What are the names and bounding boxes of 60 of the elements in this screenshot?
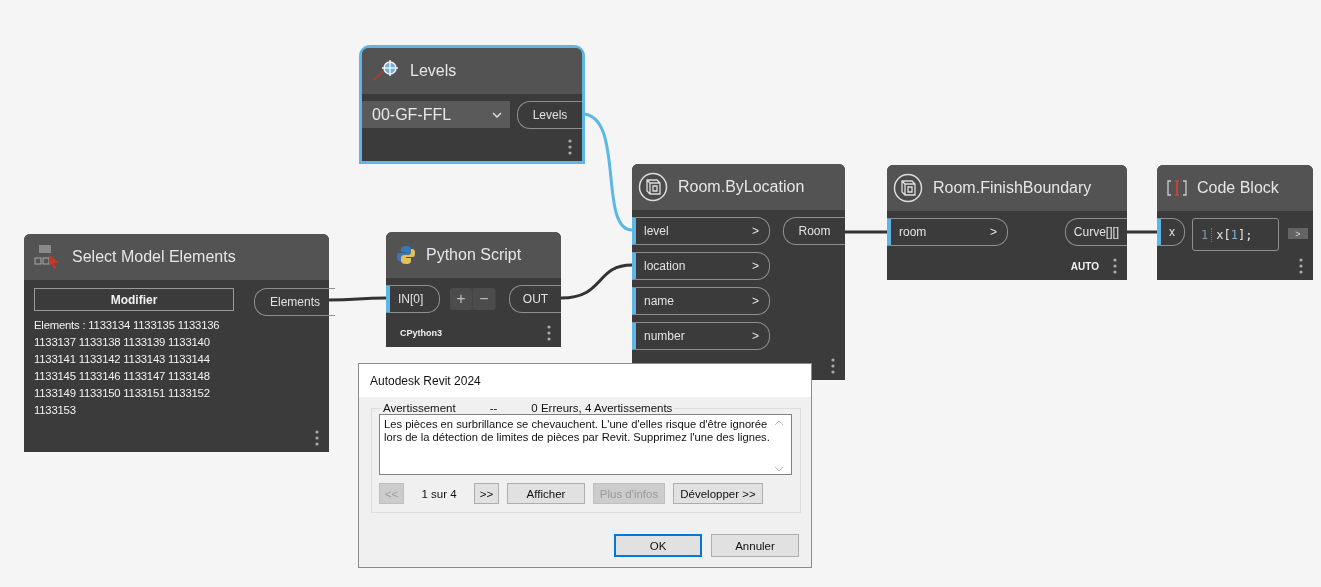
- wire: [329, 296, 386, 302]
- input-port[interactable]: x: [1157, 218, 1185, 246]
- room-icon: [638, 172, 668, 202]
- node-card[interactable]: Room.FinishBoundary room > Curve[][] AUTO: [887, 165, 1127, 280]
- dialog-title: Autodesk Revit 2024: [370, 373, 481, 388]
- more-icon[interactable]: [1113, 258, 1117, 274]
- node-title: Room.FinishBoundary: [933, 179, 1092, 197]
- input-port[interactable]: level >: [632, 217, 770, 245]
- action-button[interactable]: Afficher: [507, 483, 585, 504]
- add-input-button[interactable]: +: [450, 288, 472, 310]
- output-port[interactable]: Levels: [517, 101, 582, 129]
- element-ids-text: Elements : 1133134 1133135 1133136 1133137 1133138 1133139 1133140 1133141 1133142 1133143 1133144 1133145 1133146 1133147 1133148 1133149 1133150 1133151 1133152 1133153: [34, 318, 221, 418]
- input-port[interactable]: location >: [632, 252, 770, 280]
- more-icon[interactable]: [831, 358, 835, 374]
- lacing-label: AUTO: [1070, 260, 1099, 272]
- page-counter: 1 sur 4: [420, 487, 458, 500]
- node-title: Room.ByLocation: [678, 178, 805, 196]
- input-port[interactable]: name >: [632, 287, 770, 315]
- wire: [1127, 230, 1157, 234]
- separator-text: --: [489, 402, 498, 414]
- node-card[interactable]: Code Block x 1 x[1]; >: [1157, 165, 1313, 280]
- more-icon[interactable]: [568, 139, 572, 155]
- engine-label: CPython3: [400, 328, 442, 338]
- code-line: x[1];: [1216, 227, 1253, 242]
- more-icon[interactable]: [315, 430, 319, 446]
- line-number: 1: [1201, 227, 1213, 242]
- more-icon[interactable]: [547, 325, 551, 341]
- code-editor[interactable]: 1 x[1];: [1192, 218, 1279, 251]
- node-title: Levels: [410, 62, 457, 80]
- node-card[interactable]: Python Script IN[0] + − OUT CPython3: [386, 232, 561, 347]
- dialog-button[interactable]: Annuler: [711, 534, 799, 557]
- node-card[interactable]: Levels 00-GF-FFL Levels: [362, 48, 582, 161]
- brackets-icon: [1167, 179, 1187, 197]
- node-title: Code Block: [1197, 179, 1279, 197]
- node-title: Python Script: [426, 246, 522, 264]
- output-port[interactable]: Room: [783, 217, 845, 245]
- input-port[interactable]: IN[0]: [386, 285, 440, 313]
- node-title: Select Model Elements: [72, 248, 236, 266]
- level-dropdown[interactable]: 00-GF-FFL: [362, 101, 510, 128]
- dialog-button[interactable]: OK: [614, 534, 702, 557]
- more-icon[interactable]: [1299, 258, 1303, 274]
- warning-message: Les pièces en surbrillance se chevauchent. L'une d'elles risque d'être ignorée lors de la détection de limites de pièces par Revit. Supprimez l'une des lignes.: [384, 418, 771, 445]
- input-port[interactable]: room >: [887, 218, 1008, 246]
- wire: [845, 230, 887, 234]
- node-card[interactable]: Room.ByLocation level > location > name > number > Room: [632, 164, 845, 380]
- room-icon: [893, 173, 923, 203]
- remove-input-button[interactable]: −: [473, 288, 495, 310]
- chevron-down-icon: [492, 111, 502, 118]
- input-port[interactable]: number >: [632, 322, 770, 350]
- output-port[interactable]: >: [1288, 228, 1308, 239]
- modify-button[interactable]: Modifier: [34, 288, 234, 311]
- action-button[interactable]: Développer >>: [673, 483, 763, 504]
- python-logo-icon: [396, 245, 416, 265]
- output-port[interactable]: OUT: [509, 285, 561, 313]
- output-port[interactable]: Curve[][]: [1065, 218, 1127, 246]
- warning-summary: 0 Erreurs, 4 Avertissements: [531, 402, 673, 414]
- group-label: Avertissement: [383, 402, 456, 414]
- output-port[interactable]: Elements: [254, 288, 335, 316]
- crosshair-icon: [372, 60, 400, 82]
- next-button[interactable]: >>: [474, 483, 499, 504]
